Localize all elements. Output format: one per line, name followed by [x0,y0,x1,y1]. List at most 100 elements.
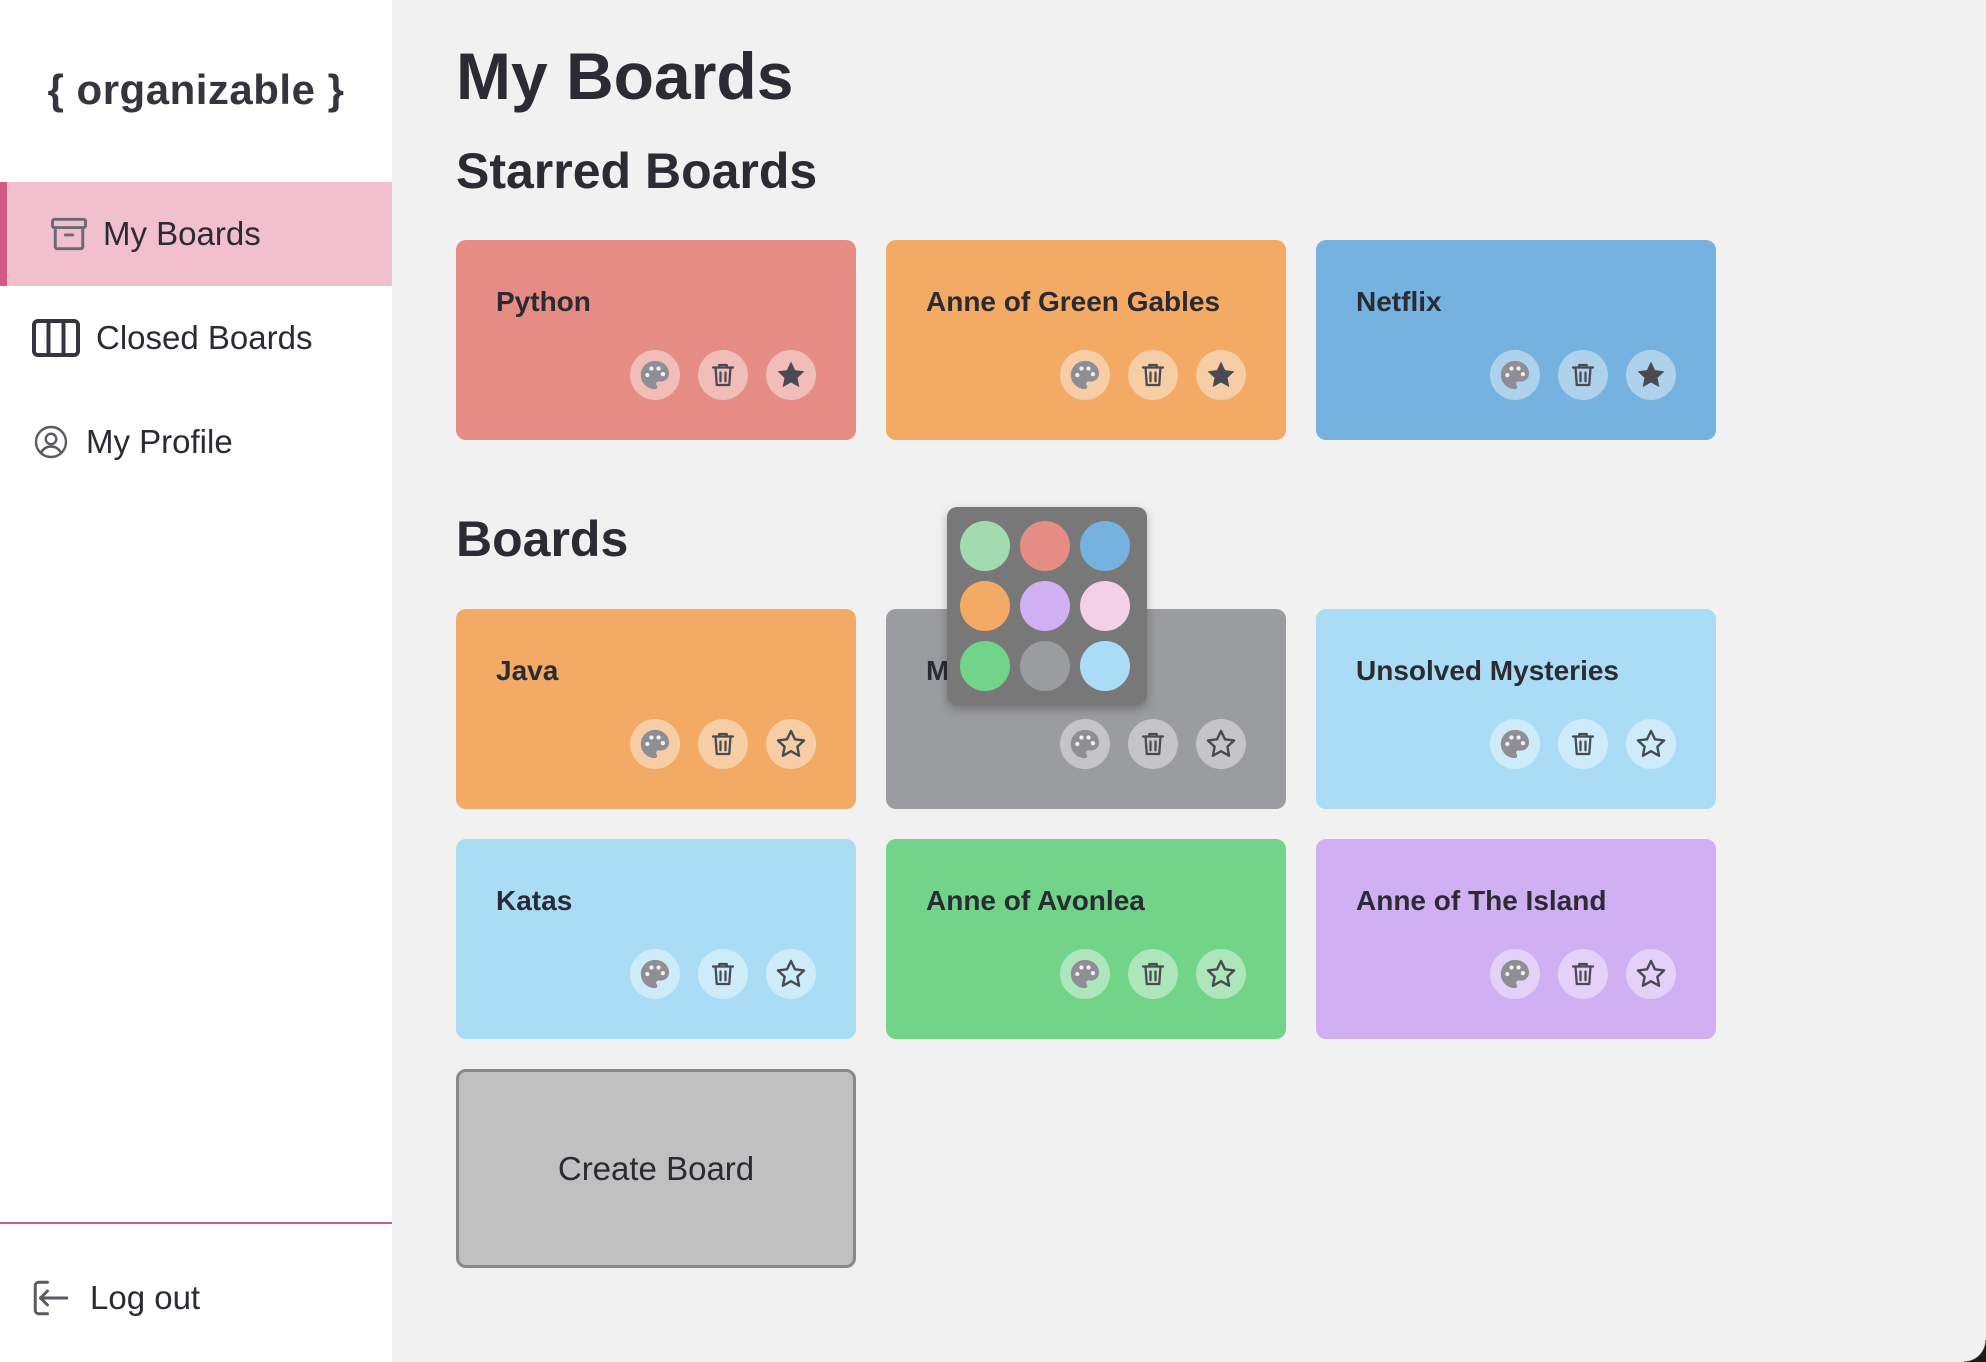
star-board-button[interactable] [766,350,816,400]
logout-icon [30,1276,74,1320]
sidebar-item-label: Closed Boards [96,319,313,356]
change-color-button[interactable] [1490,719,1540,769]
board-actions [1490,949,1676,999]
color-swatch[interactable] [960,641,1010,691]
logout-label: Log out [90,1279,201,1316]
page-title: My Boards [456,39,794,113]
trash-icon [1568,729,1598,759]
delete-board-button[interactable] [1128,949,1178,999]
board-card[interactable]: Anne of Green Gables [886,240,1286,440]
board-card[interactable]: Anne of The Island [1316,839,1716,1039]
trash-icon [1138,729,1168,759]
color-swatch[interactable] [1020,641,1070,691]
star-outline-icon [1634,727,1668,761]
change-color-button[interactable] [1490,350,1540,400]
color-swatch[interactable] [960,581,1010,631]
palette-icon [1068,727,1102,761]
palette-icon [1068,957,1102,991]
sidebar-item-label: My Boards [103,215,261,252]
palette-icon [1498,957,1532,991]
palette-icon [638,727,672,761]
board-title: Netflix [1356,286,1442,317]
trash-icon [1568,360,1598,390]
board-actions [1060,949,1246,999]
color-picker-popover [947,507,1147,705]
star-board-button[interactable] [766,949,816,999]
boards-section-title: Boards [456,511,629,567]
change-color-button[interactable] [1060,350,1110,400]
change-color-button[interactable] [1490,949,1540,999]
star-outline-icon [1204,957,1238,991]
palette-icon [1068,358,1102,392]
delete-board-button[interactable] [698,350,748,400]
delete-board-button[interactable] [1128,350,1178,400]
sidebar-item-my-boards[interactable]: My Boards [0,182,392,286]
board-card[interactable]: Anne of Avonlea [886,839,1286,1039]
star-filled-icon [774,358,808,392]
app-window: { organizable } My Boards Closed Boards [0,0,1986,1362]
star-outline-icon [1204,727,1238,761]
color-swatch[interactable] [1080,581,1130,631]
board-actions [630,350,816,400]
trash-icon [708,360,738,390]
board-card[interactable]: Python [456,240,856,440]
trash-icon [1568,959,1598,989]
star-board-button[interactable] [1626,719,1676,769]
starred-section-title: Starred Boards [456,143,818,199]
color-swatch[interactable] [1020,581,1070,631]
app-logo[interactable]: { organizable } [0,66,392,114]
star-board-button[interactable] [1196,949,1246,999]
sidebar: { organizable } My Boards Closed Boards [0,0,392,1362]
color-swatch[interactable] [960,521,1010,571]
board-card[interactable]: Java [456,609,856,809]
trash-icon [708,729,738,759]
create-board-button[interactable]: Create Board [456,1069,856,1268]
board-title: Anne of Green Gables [926,286,1221,317]
columns-icon [30,316,82,360]
star-board-button[interactable] [1626,949,1676,999]
board-actions [630,719,816,769]
delete-board-button[interactable] [1128,719,1178,769]
board-card[interactable]: Netflix [1316,240,1716,440]
user-circle-icon [32,423,70,461]
sidebar-item-my-profile[interactable]: My Profile [0,390,392,494]
star-board-button[interactable] [1626,350,1676,400]
delete-board-button[interactable] [698,719,748,769]
delete-board-button[interactable] [1558,350,1608,400]
board-actions [630,949,816,999]
change-color-button[interactable] [630,949,680,999]
color-swatch[interactable] [1080,521,1130,571]
star-board-button[interactable] [766,719,816,769]
window-corner [1964,1340,1986,1362]
palette-icon [638,358,672,392]
board-card[interactable]: Unsolved Mysteries [1316,609,1716,809]
archive-icon [45,210,93,258]
trash-icon [1138,360,1168,390]
board-title: Anne of The Island [1356,885,1607,916]
color-swatch[interactable] [1080,641,1130,691]
board-card[interactable]: Katas [456,839,856,1039]
change-color-button[interactable] [1060,719,1110,769]
sidebar-item-label: My Profile [86,423,233,460]
delete-board-button[interactable] [1558,949,1608,999]
trash-icon [708,959,738,989]
delete-board-button[interactable] [1558,719,1608,769]
change-color-button[interactable] [630,719,680,769]
star-outline-icon [1634,957,1668,991]
change-color-button[interactable] [1060,949,1110,999]
color-swatch[interactable] [1020,521,1070,571]
change-color-button[interactable] [630,350,680,400]
board-title: Python [496,286,591,317]
star-outline-icon [774,727,808,761]
star-board-button[interactable] [1196,350,1246,400]
board-actions [1490,719,1676,769]
delete-board-button[interactable] [698,949,748,999]
logout-button[interactable]: Log out [30,1270,200,1326]
board-title: Java [496,655,559,686]
sidebar-item-closed-boards[interactable]: Closed Boards [0,286,392,390]
board-title: Unsolved Mysteries [1356,655,1619,686]
board-actions [1490,350,1676,400]
board-actions [1060,719,1246,769]
star-filled-icon [1204,358,1238,392]
star-board-button[interactable] [1196,719,1246,769]
